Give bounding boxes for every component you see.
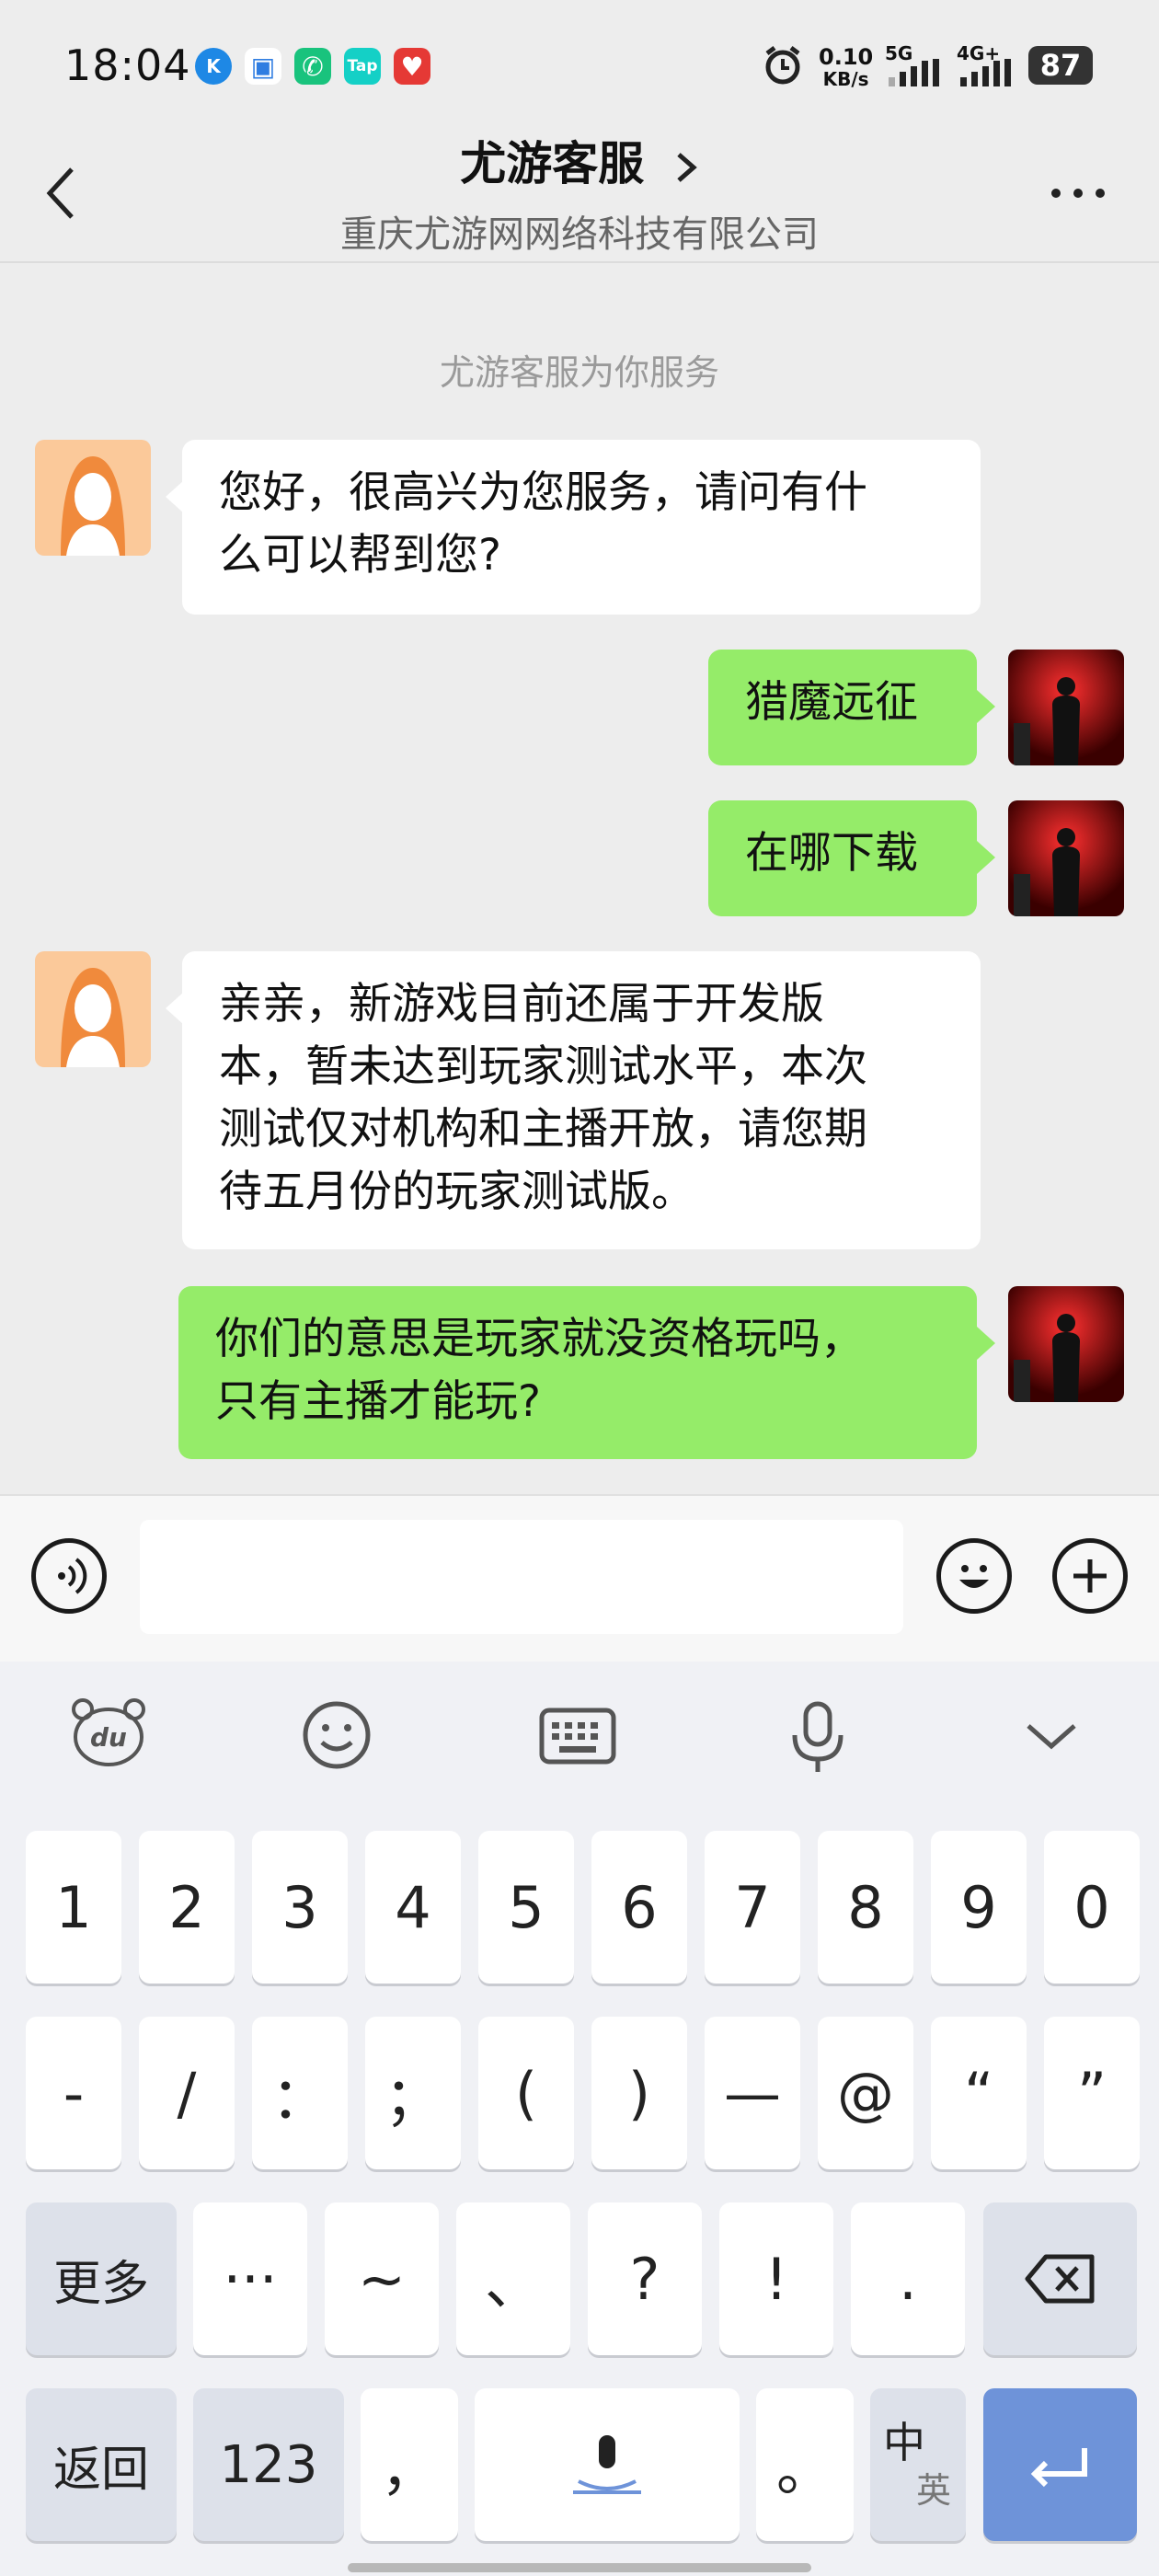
key-question[interactable]: ?	[588, 2202, 702, 2355]
key-full-stop[interactable]: 。	[756, 2388, 854, 2541]
voice-mic-icon	[573, 2435, 641, 2494]
message-bubble-incoming[interactable]: 您好，很高兴为您服务，请问有什 么可以帮到您?	[182, 440, 981, 615]
key-9[interactable]: 9	[931, 1831, 1027, 1984]
more-functions-button[interactable]	[1052, 1538, 1128, 1614]
key-6[interactable]: 6	[591, 1831, 687, 1984]
key-open-paren[interactable]: (	[478, 2017, 574, 2169]
home-indicator[interactable]	[348, 2563, 811, 2572]
key-hyphen[interactable]: -	[26, 2017, 121, 2169]
tap-app-icon: Tap	[344, 48, 381, 85]
more-options-icon[interactable]	[1049, 184, 1107, 202]
status-time: 18:04	[64, 40, 191, 90]
key-3[interactable]: 3	[252, 1831, 348, 1984]
user-avatar[interactable]	[1008, 1286, 1124, 1402]
backspace-icon	[1025, 2254, 1094, 2304]
key-semicolon[interactable]: ；	[365, 2017, 461, 2169]
key-more[interactable]: 更多	[26, 2202, 177, 2355]
user-avatar-icon	[1008, 800, 1124, 916]
keyboard-icon[interactable]	[539, 1708, 616, 1765]
battery-indicator: 87	[1028, 46, 1093, 85]
signal-bars-icon	[889, 59, 939, 86]
support-agent-avatar-icon	[35, 440, 151, 556]
language-switch-key[interactable]: 中 英	[870, 2388, 966, 2541]
enter-return-icon	[1030, 2448, 1087, 2488]
phone-app-icon: ✆	[294, 48, 331, 85]
lang-en: 英	[916, 2470, 952, 2511]
key-close-quote[interactable]: ”	[1044, 2017, 1140, 2169]
status-bar: 18:04 K ▣ ✆ Tap ♥ 0.10 KB/s 5G 4G+ 87	[0, 0, 1159, 138]
key-slash[interactable]: /	[139, 2017, 235, 2169]
voice-input-button[interactable]	[31, 1538, 107, 1614]
emoji-button[interactable]	[936, 1538, 1012, 1614]
message-input[interactable]	[140, 1520, 903, 1634]
key-7[interactable]: 7	[705, 1831, 800, 1984]
chat-subtitle: 重庆尤游网网络科技有限公司	[340, 213, 819, 256]
key-dash[interactable]: —	[705, 2017, 800, 2169]
cloud-app-icon: ▣	[245, 48, 281, 85]
key-exclamation[interactable]: !	[719, 2202, 833, 2355]
user-avatar-icon	[1008, 650, 1124, 765]
header-divider	[0, 261, 1159, 263]
key-2[interactable]: 2	[139, 1831, 235, 1984]
user-avatar[interactable]	[1008, 800, 1124, 916]
message-bubble-outgoing[interactable]: 猎魔远征	[708, 650, 977, 765]
signal-bars-icon-2	[960, 59, 1011, 86]
lang-cn: 中	[883, 2418, 925, 2467]
key-close-paren[interactable]: )	[591, 2017, 687, 2169]
key-4[interactable]: 4	[365, 1831, 461, 1984]
plus-icon	[1073, 1559, 1107, 1593]
key-123[interactable]: 123	[193, 2388, 344, 2541]
key-comma[interactable]: ，	[361, 2388, 458, 2541]
key-tilde[interactable]: ~	[325, 2202, 439, 2355]
key-ellipsis[interactable]: ···	[193, 2202, 307, 2355]
user-avatar[interactable]	[1008, 650, 1124, 765]
bubble-tail	[977, 1327, 995, 1360]
key-period[interactable]: .	[851, 2202, 965, 2355]
bubble-tail	[166, 480, 184, 513]
user-avatar-icon	[1008, 1286, 1124, 1402]
svg-text:du: du	[90, 1722, 127, 1753]
key-open-quote[interactable]: “	[931, 2017, 1027, 2169]
key-5[interactable]: 5	[478, 1831, 574, 1984]
key-enumeration-comma[interactable]: 、	[456, 2202, 570, 2355]
key-colon[interactable]: ：	[252, 2017, 348, 2169]
support-agent-avatar-icon	[35, 951, 151, 1067]
key-at[interactable]: @	[818, 2017, 913, 2169]
support-avatar[interactable]	[35, 951, 151, 1067]
bubble-tail	[977, 841, 995, 874]
alarm-clock-icon	[765, 46, 800, 85]
message-bubble-outgoing[interactable]: 你们的意思是玩家就没资格玩吗， 只有主播才能玩?	[178, 1286, 977, 1459]
chevron-right-icon	[677, 152, 697, 182]
key-1[interactable]: 1	[26, 1831, 121, 1984]
emoji-face-icon[interactable]	[300, 1698, 373, 1772]
chat-title[interactable]: 尤游客服	[0, 127, 1159, 193]
backspace-key[interactable]	[983, 2202, 1137, 2355]
bubble-tail	[977, 690, 995, 723]
voice-wave-icon	[58, 1558, 87, 1594]
bubble-tail	[166, 992, 184, 1025]
k-app-icon: K	[195, 48, 232, 85]
support-avatar[interactable]	[35, 440, 151, 556]
microphone-icon[interactable]	[787, 1700, 848, 1776]
key-8[interactable]: 8	[818, 1831, 913, 1984]
key-0[interactable]: 0	[1044, 1831, 1140, 1984]
heart-app-icon: ♥	[394, 48, 430, 85]
key-back[interactable]: 返回	[26, 2388, 177, 2541]
net-speed: 0.10 KB/s	[819, 44, 874, 90]
collapse-chevron-icon[interactable]	[1025, 1720, 1078, 1752]
smiley-face-icon	[959, 1565, 989, 1588]
message-bubble-incoming[interactable]: 亲亲，新游戏目前还属于开发版 本，暂未达到玩家测试水平，本次 测试仅对机构和主播…	[182, 951, 981, 1249]
space-key[interactable]	[475, 2388, 740, 2541]
message-bubble-outgoing[interactable]: 在哪下载	[708, 800, 977, 916]
system-message: 尤游客服为你服务	[439, 352, 719, 393]
enter-key[interactable]	[983, 2388, 1137, 2541]
bear-du-icon[interactable]: du	[70, 1698, 147, 1766]
